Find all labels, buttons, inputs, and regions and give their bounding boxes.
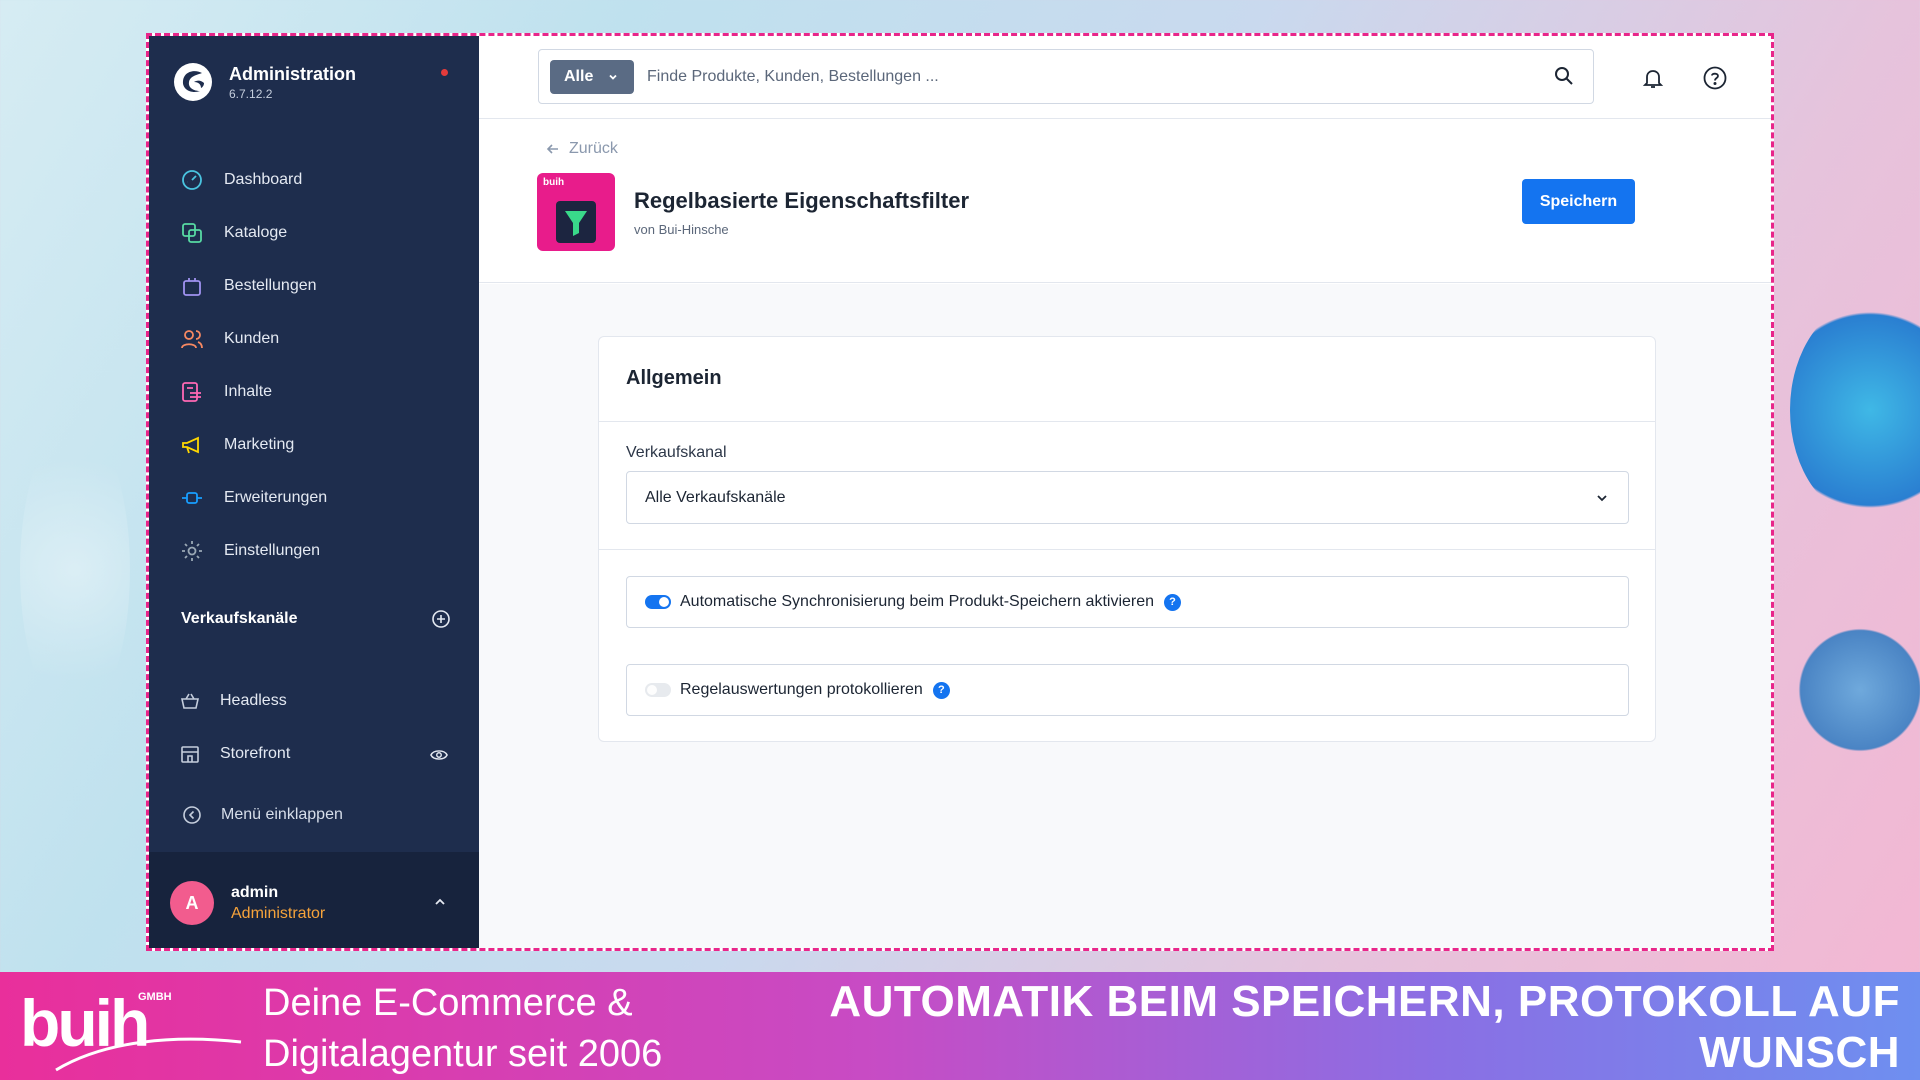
log-rules-switch-row: Regelauswertungen protokollieren ? <box>626 664 1629 716</box>
banner-tagline: Deine E-Commerce & Digitalagentur seit 2… <box>263 978 662 1080</box>
storefront-icon <box>181 746 199 763</box>
avatar: A <box>170 881 214 925</box>
search-scope-label: Alle <box>564 68 594 85</box>
content-area: Allgemein Verkaufskanal Alle Verkaufskan… <box>479 284 1771 948</box>
nav-item-extensions[interactable]: Erweiterungen <box>149 471 479 524</box>
app-window: Administration 6.7.12.2 Dashboard Katalo… <box>146 33 1774 951</box>
user-menu[interactable]: A admin Administrator <box>149 852 479 948</box>
agency-logo: buih GMBH <box>20 986 242 1072</box>
main-content: Alle Zurück buih Regelbasierte Eigenscha… <box>479 36 1771 948</box>
chevron-down-icon <box>1597 495 1607 502</box>
nav-label: Kunden <box>224 329 280 347</box>
sales-channel-storefront[interactable]: Storefront <box>180 744 450 764</box>
log-rules-label: Regelauswertungen protokollieren <box>680 681 923 698</box>
marketing-icon <box>182 436 199 453</box>
nav-label: Einstellungen <box>224 541 321 559</box>
tagline-line-1: Deine E-Commerce & <box>263 982 633 1024</box>
sales-channel-select-value: Alle Verkaufskanäle <box>645 488 786 506</box>
background-decoration <box>1790 620 1920 760</box>
sales-channel-headless[interactable]: Headless <box>180 691 450 711</box>
app-title: Administration <box>229 63 357 84</box>
nav-item-dashboard[interactable]: Dashboard <box>149 153 479 206</box>
app-version: 6.7.12.2 <box>229 86 273 101</box>
collapse-menu-label: Menü einklappen <box>221 806 343 823</box>
search-icon[interactable] <box>1553 65 1575 87</box>
notification-dot-icon <box>441 69 448 76</box>
settings-card: Allgemein Verkaufskanal Alle Verkaufskan… <box>598 336 1656 742</box>
top-bar: Alle <box>479 36 1771 119</box>
nav-item-marketing[interactable]: Marketing <box>149 418 479 471</box>
nav-label: Marketing <box>224 435 295 453</box>
dashboard-icon <box>182 169 202 190</box>
collapse-menu-button[interactable]: Menü einklappen <box>182 805 343 825</box>
nav-item-catalogs[interactable]: Kataloge <box>149 206 479 259</box>
page-header: Zurück buih Regelbasierte Eigenschaftsfi… <box>479 119 1771 283</box>
nav-item-customers[interactable]: Kunden <box>149 312 479 365</box>
extensions-icon <box>182 491 202 504</box>
content-icon <box>182 381 201 402</box>
filter-funnel-icon <box>556 201 596 243</box>
eye-icon[interactable] <box>430 746 448 764</box>
back-link[interactable]: Zurück <box>545 140 618 158</box>
search-scope-dropdown[interactable]: Alle <box>550 60 634 94</box>
bell-icon[interactable] <box>1641 66 1665 90</box>
sales-channel-label: Headless <box>220 692 287 709</box>
sales-channel-select[interactable]: Alle Verkaufskanäle <box>626 471 1629 524</box>
auto-sync-switch-row: Automatische Synchronisierung beim Produ… <box>626 576 1629 628</box>
agency-logo-sub: GMBH <box>138 991 172 1003</box>
plugin-icon-brand: buih <box>543 177 565 188</box>
basket-icon <box>181 693 199 709</box>
tagline-line-2: Digitalagentur seit 2006 <box>263 1033 663 1075</box>
banner-headline: AUTOMATIK BEIM SPEICHERN, PROTOKOLL AUF … <box>829 977 1900 1077</box>
search-input[interactable] <box>647 60 1507 94</box>
customers-icon <box>181 329 203 348</box>
shopware-logo-icon <box>174 63 212 101</box>
page-title: Regelbasierte Eigenschaftsfilter <box>634 188 970 213</box>
add-sales-channel-icon[interactable] <box>431 609 451 629</box>
agency-logo-text: buih <box>20 986 147 1060</box>
nav-item-orders[interactable]: Bestellungen <box>149 259 479 312</box>
auto-sync-toggle[interactable] <box>645 595 671 609</box>
main-navigation: Dashboard Kataloge Bestellungen Kunden I… <box>149 153 479 577</box>
help-icon[interactable]: ? <box>932 681 950 699</box>
background-decoration <box>1790 300 1920 520</box>
brand[interactable]: Administration 6.7.12.2 <box>173 62 356 102</box>
log-rules-toggle[interactable] <box>645 683 671 697</box>
user-role: Administrator <box>231 905 326 922</box>
nav-label: Bestellungen <box>224 276 317 294</box>
nav-label: Kataloge <box>224 223 288 241</box>
sales-channel-label: Storefront <box>220 745 291 762</box>
catalog-icon <box>182 222 202 243</box>
nav-label: Dashboard <box>224 170 303 188</box>
background-decoration <box>20 420 130 720</box>
nav-item-settings[interactable]: Einstellungen <box>149 524 479 577</box>
nav-label: Inhalte <box>224 382 273 400</box>
auto-sync-label: Automatische Synchronisierung beim Produ… <box>680 593 1155 610</box>
card-title: Allgemein <box>626 367 722 389</box>
sidebar: Administration 6.7.12.2 Dashboard Katalo… <box>149 36 479 948</box>
promo-banner: buih GMBH Deine E-Commerce & Digitalagen… <box>0 972 1920 1080</box>
chevron-up-icon[interactable] <box>432 894 448 910</box>
nav-label: Erweiterungen <box>224 488 328 506</box>
orders-icon <box>183 277 201 296</box>
chevron-down-icon <box>609 74 617 80</box>
sales-channels-title: Verkaufskanäle <box>181 610 298 627</box>
back-label: Zurück <box>569 140 618 157</box>
plugin-author: von Bui-Hinsche <box>634 222 729 237</box>
sales-channels-header: Verkaufskanäle <box>181 609 451 629</box>
arrow-left-icon <box>546 144 558 154</box>
settings-icon <box>182 540 202 561</box>
sales-channel-field-label: Verkaufskanal <box>626 444 727 461</box>
chevron-left-circle-icon <box>183 806 201 824</box>
divider <box>599 421 1655 422</box>
help-icon[interactable]: ? <box>1164 593 1182 611</box>
help-icon[interactable] <box>1702 65 1728 91</box>
nav-item-content[interactable]: Inhalte <box>149 365 479 418</box>
user-name: admin <box>231 884 279 901</box>
plugin-icon: buih <box>537 173 615 251</box>
divider <box>599 549 1655 550</box>
save-button[interactable]: Speichern <box>1522 179 1635 224</box>
global-search: Alle <box>538 49 1594 104</box>
